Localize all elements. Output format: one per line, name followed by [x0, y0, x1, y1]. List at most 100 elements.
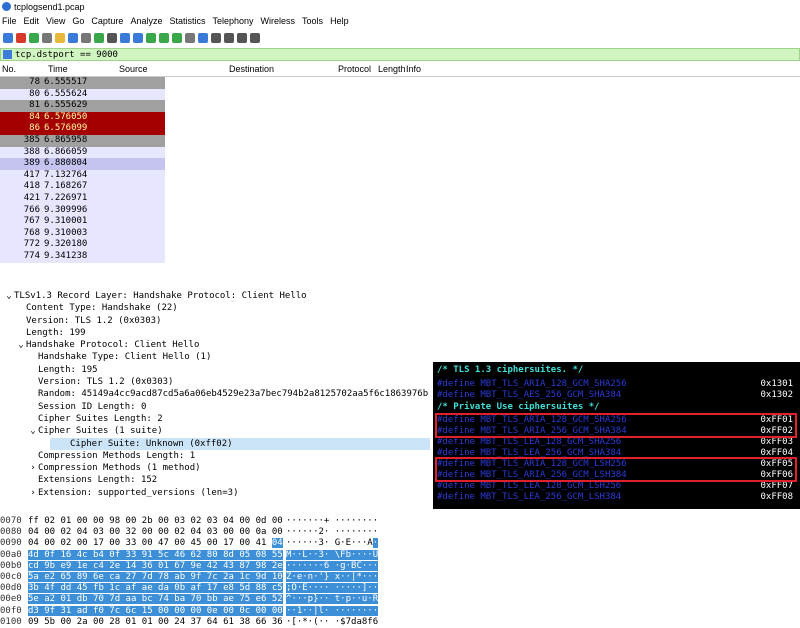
define-value: 0xFF07 — [760, 481, 793, 491]
packet-number: 81 — [29, 100, 40, 111]
column-header-length[interactable]: Length — [378, 64, 406, 74]
tree-item[interactable]: Version: TLS 1.2 (0x0303) — [0, 315, 430, 327]
tree-item[interactable]: ⌄ Cipher Suites (1 suite) — [0, 425, 430, 437]
hex-row[interactable]: 0100 09 5b 00 2a 00 28 01 01 00 24 37 64 … — [0, 617, 420, 628]
display-filter-bar[interactable]: tcp.dstport == 9000 — [0, 48, 800, 61]
tree-item[interactable]: › Extension: supported_versions (len=3) — [0, 487, 430, 499]
column-header-source[interactable]: Source — [119, 64, 148, 74]
tree-item[interactable]: Random: 45149a4cc9acd87cd5a6a06eb4529e23… — [0, 388, 430, 400]
menu-view[interactable]: View — [46, 16, 65, 26]
shark-fin-start-icon[interactable] — [3, 32, 13, 43]
packet-row[interactable]: 806.555624TCP6633042 → 9000 [ACK] Seq=1 … — [0, 88, 800, 101]
packet-row[interactable]: 786.555517TCP7433042 → 9000 [SYN] Seq=0 … — [0, 77, 800, 89]
menu-telephony[interactable]: Telephony — [212, 16, 253, 26]
expanded-chevron-icon[interactable]: ⌄ — [28, 425, 38, 437]
autoscroll-icon[interactable] — [185, 32, 195, 43]
packet-row[interactable]: 7749.341238TCP6633054 → 9000 [ACK] Seq=8… — [0, 250, 800, 263]
packet-row[interactable]: 846.576050TCP5433042 → 9000 [RST] Seq=2 … — [0, 111, 800, 124]
collapsed-chevron-icon[interactable]: › — [28, 487, 38, 499]
tree-item[interactable]: Extensions Length: 152 — [0, 474, 430, 486]
bookmark-filter-icon[interactable] — [3, 50, 12, 59]
zoom-out-icon[interactable] — [224, 32, 234, 43]
tree-item[interactable]: Content Type: Handshake (22) — [0, 302, 430, 314]
expanded-chevron-icon[interactable]: ⌄ — [16, 339, 26, 351]
hex-offset: 00c0 — [0, 571, 22, 582]
packet-row[interactable]: 3896.880804TLSv1.3270Client Hello — [0, 158, 800, 170]
packet-row[interactable]: 3856.865958TCP7433054 → 9000 [SYN] Seq=0… — [0, 134, 800, 147]
tree-item[interactable]: Cipher Suites Length: 2 — [0, 413, 430, 425]
hex-row[interactable]: 00a0 4d 0f 16 4c b4 0f 33 91 5c 46 62 80 … — [0, 549, 420, 561]
tree-item[interactable]: Length: 199 — [0, 327, 430, 339]
menu-file[interactable]: File — [2, 16, 17, 26]
last-packet-icon[interactable] — [172, 32, 182, 43]
forward-arrow-icon[interactable] — [133, 32, 143, 43]
hex-offset: 00a0 — [0, 549, 22, 560]
menu-analyze[interactable]: Analyze — [130, 16, 162, 26]
close-file-icon[interactable] — [81, 32, 91, 43]
tree-item[interactable]: Handshake Type: Client Hello (1) — [0, 351, 430, 363]
packet-row[interactable]: 7689.310003TLSv1.31450Application Data — [0, 227, 800, 240]
save-icon[interactable] — [68, 32, 78, 43]
packet-row[interactable]: 4187.168267TLSv1.3869Application Data, A… — [0, 181, 800, 193]
expanded-chevron-icon[interactable]: ⌄ — [4, 290, 14, 302]
hex-row[interactable]: 00e0 5e a2 01 db 70 7d aa bc 74 ba 70 bb … — [0, 594, 420, 605]
menu-capture[interactable]: Capture — [91, 16, 123, 26]
hex-row[interactable]: 00d0 3b 4f dd 45 fb 1c af ae da 0b af 17 … — [0, 583, 420, 594]
tree-item[interactable]: Version: TLS 1.2 (0x0303) — [0, 376, 430, 388]
restart-icon[interactable] — [29, 32, 39, 43]
packet-row[interactable]: 7669.309996TCP296233054 → 9000 [ACK] Seq… — [0, 204, 800, 217]
column-header-protocol[interactable]: Protocol — [338, 64, 371, 74]
tree-item[interactable]: Compression Methods Length: 1 — [0, 450, 430, 462]
define-name: #define MBT_TLS_LEA_128_GCM_SHA256 — [437, 437, 622, 447]
colorize-icon[interactable] — [198, 32, 208, 43]
hex-row[interactable]: 0080 04 00 02 04 03 00 32 00 00 02 04 03 … — [0, 527, 420, 538]
tree-item-label: Content Type: Handshake (22) — [26, 303, 178, 314]
hex-row[interactable]: 0070 ff 02 01 00 00 98 00 2b 00 03 02 03 … — [0, 516, 420, 527]
menu-go[interactable]: Go — [72, 16, 84, 26]
packet-row[interactable]: 4217.226971TCP6633054 → 9000 [ACK] Seq=1… — [0, 192, 800, 205]
packet-number: 767 — [23, 216, 40, 227]
packet-row[interactable]: 3886.866059TCP6633054 → 9000 [ACK] Seq=1… — [0, 146, 800, 159]
display-filter-input[interactable]: tcp.dstport == 9000 — [15, 50, 118, 60]
reload-icon[interactable] — [94, 32, 104, 43]
menu-help[interactable]: Help — [330, 16, 349, 26]
options-gear-icon[interactable] — [42, 32, 52, 43]
back-arrow-icon[interactable] — [120, 32, 130, 43]
wireshark-app-icon — [2, 2, 11, 11]
selected-tree-item[interactable]: Cipher Suite: Unknown (0xff02) — [50, 437, 430, 450]
find-icon[interactable] — [107, 32, 117, 43]
hex-row[interactable]: 00c0 5a e2 65 89 6e ca 27 7d 78 ab 9f 7c … — [0, 571, 420, 583]
zoom-in-icon[interactable] — [211, 32, 221, 43]
tree-item[interactable]: › Compression Methods (1 method) — [0, 462, 430, 474]
column-header-destination[interactable]: Destination — [229, 64, 274, 74]
packet-row[interactable]: 7679.310001TCP296233054 → 9000 [ACK] Seq… — [0, 216, 800, 228]
hex-row[interactable]: 0090 04 00 02 00 17 00 33 00 47 00 45 00 … — [0, 538, 420, 549]
tree-item[interactable]: Session ID Length: 0 — [0, 401, 430, 413]
packet-row[interactable]: 4177.132764TCP6633054 → 9000 [ACK] Seq=2… — [0, 169, 800, 182]
column-header-info[interactable]: Info — [406, 64, 421, 74]
ciphersuite-define-row: #define MBT_TLS_ARIA_128_GCM_SHA256 0x130… — [437, 379, 797, 390]
define-name: #define MBT_TLS_LEA_256_GCM_LSH384 — [437, 492, 622, 502]
menu-tools[interactable]: Tools — [302, 16, 323, 26]
menu-statistics[interactable]: Statistics — [169, 16, 205, 26]
menu-edit[interactable]: Edit — [24, 16, 40, 26]
tree-item[interactable]: ⌄ TLSv1.3 Record Layer: Handshake Protoco… — [0, 290, 430, 302]
open-folder-icon[interactable] — [55, 32, 65, 43]
hex-row[interactable]: 00b0 cd 9b e9 1e c4 2e 14 36 01 67 9e 42 … — [0, 560, 420, 572]
tree-item[interactable]: ⌄ Handshake Protocol: Client Hello — [0, 339, 430, 351]
menu-wireless[interactable]: Wireless — [261, 16, 296, 26]
stop-icon[interactable] — [16, 32, 26, 43]
packet-time: 6.866059 — [44, 146, 88, 157]
column-header-time[interactable]: Time — [48, 64, 68, 74]
packet-row[interactable]: 7729.320180TCP6633054 → 9000 [ACK] Seq=8… — [0, 239, 800, 251]
first-packet-icon[interactable] — [159, 32, 169, 43]
tree-item[interactable]: Length: 195 — [0, 364, 430, 376]
column-header-no[interactable]: No. — [2, 64, 16, 74]
collapsed-chevron-icon[interactable]: › — [28, 462, 38, 474]
hex-row[interactable]: 00f0 d3 9f 31 ad f0 7c 6c 15 00 00 00 0e … — [0, 605, 420, 617]
zoom-reset-icon[interactable] — [237, 32, 247, 43]
packet-row[interactable]: 816.555629TCP6633042 → 9000 [FIN, ACK] S… — [0, 100, 800, 112]
go-to-packet-icon[interactable] — [146, 32, 156, 43]
resize-columns-icon[interactable] — [250, 32, 260, 43]
packet-row[interactable]: 866.576099TCP5433042 → 9000 [RST] Seq=2 … — [0, 123, 800, 135]
